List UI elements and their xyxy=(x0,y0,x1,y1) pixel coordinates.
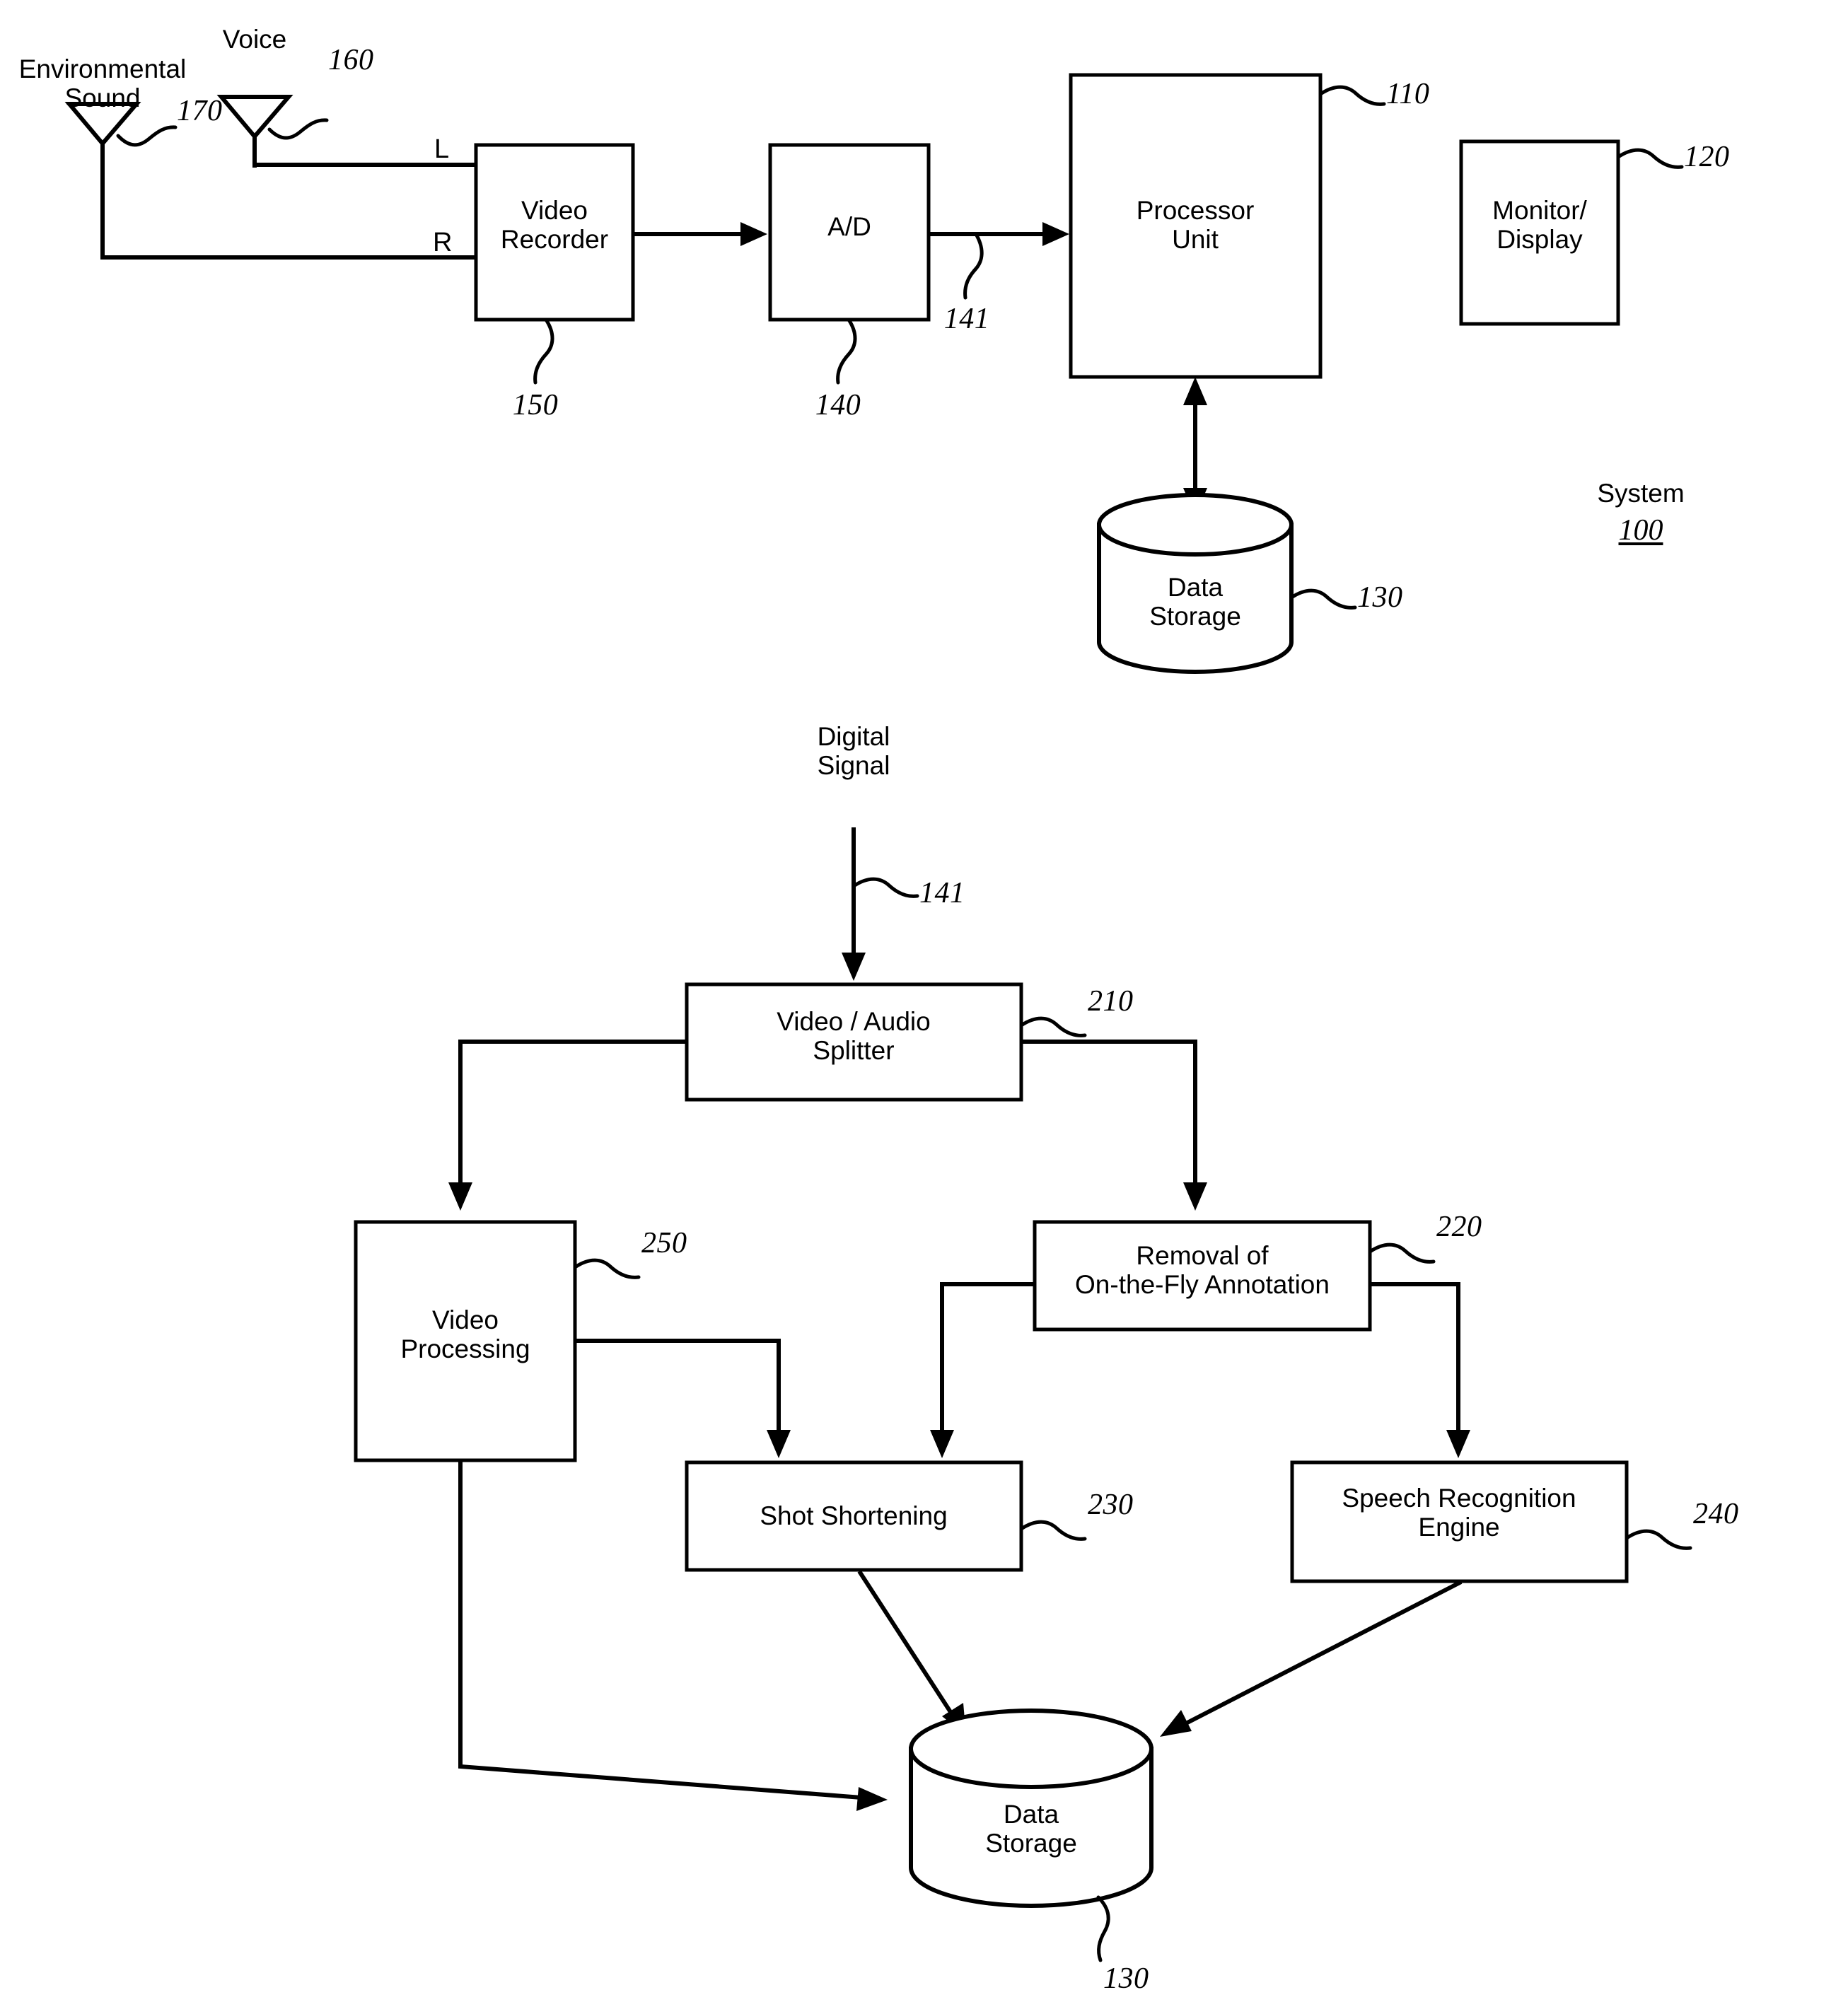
ref-130-upper: 130 xyxy=(1357,581,1403,614)
system-label: System xyxy=(1597,479,1685,508)
ref-141-upper: 141 xyxy=(943,303,990,335)
wire-shot-shortening-to-storage xyxy=(857,1570,954,1716)
wire-env-to-recorder xyxy=(100,144,476,260)
leader-150 xyxy=(533,318,554,385)
leader-160 xyxy=(267,118,329,140)
ref-110: 110 xyxy=(1386,78,1430,110)
system-ref-100: 100 xyxy=(1618,514,1663,547)
ref-210: 210 xyxy=(1088,985,1134,1018)
arrowhead-ad-to-processor xyxy=(1042,222,1069,246)
video-audio-splitter-label: Video / Audio Splitter xyxy=(777,1007,931,1066)
leader-141-lower xyxy=(852,877,919,898)
leader-240 xyxy=(1625,1529,1692,1550)
wire-video-processing-to-shot-shortening xyxy=(575,1339,781,1436)
ref-160: 160 xyxy=(328,44,374,76)
patent-figure-canvas: Voice 160 Environmental Sound 170 L R Vi… xyxy=(0,0,1848,2014)
monitor-display-label: Monitor/ Display xyxy=(1492,196,1587,255)
leader-130-lower xyxy=(1096,1895,1110,1962)
leader-140 xyxy=(836,318,857,385)
arrowhead-to-shot-shortening-left xyxy=(767,1430,791,1458)
arrowhead-to-video-processing xyxy=(448,1182,472,1211)
arrowhead-video-processing-to-storage xyxy=(856,1787,888,1811)
digital-signal-input-label: Digital Signal xyxy=(817,722,890,781)
left-channel-label: L xyxy=(434,134,450,164)
leader-141-upper xyxy=(963,232,984,300)
ref-230: 230 xyxy=(1088,1489,1134,1521)
leader-210 xyxy=(1019,1016,1087,1037)
ref-220: 220 xyxy=(1436,1211,1482,1243)
arrowhead-digital-signal-in xyxy=(842,953,866,981)
leader-110 xyxy=(1318,85,1386,106)
ref-141-lower: 141 xyxy=(919,877,965,909)
data-storage-label-lower: Data Storage xyxy=(985,1800,1077,1858)
voice-source-label: Voice xyxy=(222,25,287,54)
wire-removal-to-speech-engine xyxy=(1370,1282,1460,1436)
wire-splitter-to-video-processing xyxy=(458,1040,687,1188)
environmental-sound-source-label: Environmental Sound xyxy=(18,54,187,113)
arrowhead-speech-engine-to-storage xyxy=(1160,1710,1192,1737)
ref-120: 120 xyxy=(1684,141,1730,173)
video-recorder-label: Video Recorder xyxy=(500,196,609,255)
wire-splitter-to-removal xyxy=(1021,1040,1197,1188)
leader-170 xyxy=(116,125,178,147)
wire-speech-engine-to-storage xyxy=(1183,1580,1463,1726)
leader-220 xyxy=(1368,1242,1436,1264)
arrowhead-to-speech-engine xyxy=(1446,1430,1470,1458)
speech-recognition-engine-label: Speech Recognition Engine xyxy=(1342,1484,1576,1542)
processor-unit-label: Processor Unit xyxy=(1136,196,1255,255)
data-storage-label-upper: Data Storage xyxy=(1149,573,1241,631)
video-processing-label: Video Processing xyxy=(400,1305,530,1364)
ref-140: 140 xyxy=(815,389,861,421)
leader-230 xyxy=(1019,1520,1087,1541)
removal-annotation-label: Removal of On-the-Fly Annotation xyxy=(1075,1241,1330,1300)
wire-removal-to-shot-shortening xyxy=(940,1282,1035,1436)
ref-170: 170 xyxy=(177,95,223,127)
ref-250: 250 xyxy=(641,1227,687,1259)
ad-converter-label: A/D xyxy=(827,212,871,241)
leader-250 xyxy=(573,1258,641,1279)
ref-150: 150 xyxy=(512,389,559,421)
arrowhead-to-removal xyxy=(1183,1182,1207,1211)
ref-240: 240 xyxy=(1693,1498,1739,1530)
arrowhead-storage-to-processor xyxy=(1183,377,1207,405)
arrowhead-to-shot-shortening-right xyxy=(930,1430,954,1458)
ref-130-lower: 130 xyxy=(1103,1962,1149,1995)
leader-120 xyxy=(1616,148,1684,169)
shot-shortening-label: Shot Shortening xyxy=(760,1501,948,1530)
